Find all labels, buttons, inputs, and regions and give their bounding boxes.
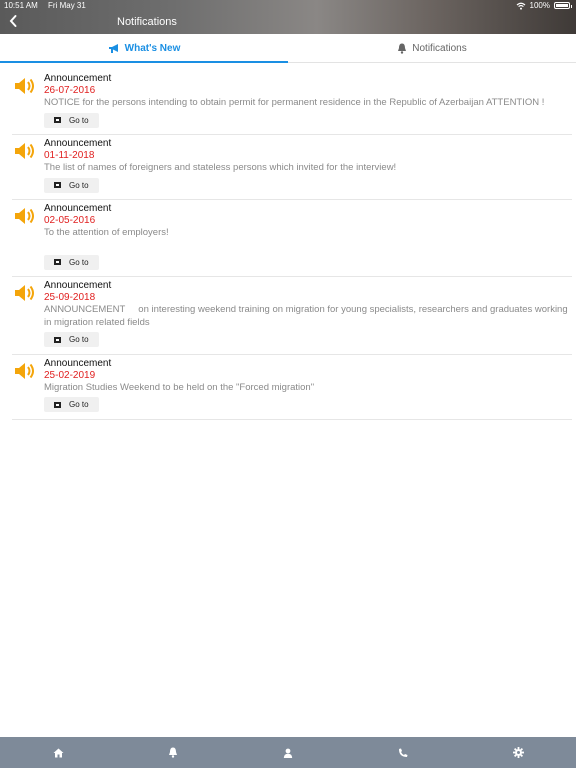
item-text: ANNOUNCEMENT on interesting weekend trai… bbox=[44, 304, 571, 328]
go-to-button[interactable]: Go to bbox=[44, 397, 99, 412]
nav-profile[interactable] bbox=[268, 737, 308, 768]
go-to-button[interactable]: Go to bbox=[44, 332, 99, 347]
tab-whats-new[interactable]: What's New bbox=[0, 34, 288, 63]
speaker-icon bbox=[15, 78, 34, 94]
nav-contact[interactable] bbox=[383, 737, 423, 768]
bell-icon bbox=[398, 43, 407, 54]
item-text: Migration Studies Weekend to be held on … bbox=[44, 381, 315, 393]
speaker-icon bbox=[15, 208, 34, 224]
nav-notifications[interactable] bbox=[153, 737, 193, 768]
list-item: Announcement 25-09-2018 ANNOUNCEMENT on … bbox=[12, 277, 572, 355]
status-time: 10:51 AM bbox=[4, 1, 38, 10]
go-to-label: Go to bbox=[69, 115, 89, 125]
list-item: Announcement 02-05-2016 To the attention… bbox=[12, 200, 572, 277]
go-to-label: Go to bbox=[69, 335, 89, 344]
user-icon bbox=[283, 748, 293, 758]
go-to-button[interactable]: Go to bbox=[44, 254, 99, 270]
item-text: NOTICE for the persons intending to obta… bbox=[44, 97, 545, 108]
speaker-icon bbox=[15, 285, 34, 301]
header: 10:51 AM Fri May 31 100% Notifications bbox=[0, 0, 576, 34]
go-to-icon bbox=[54, 259, 61, 265]
bottom-nav bbox=[0, 737, 576, 768]
item-date: 25-02-2019 bbox=[44, 369, 96, 381]
list-item: Announcement 25-02-2019 Migration Studie… bbox=[12, 355, 572, 420]
go-to-icon bbox=[54, 117, 61, 123]
nav-settings[interactable] bbox=[498, 737, 538, 768]
status-bar: 10:51 AM Fri May 31 100% bbox=[0, 0, 576, 11]
tab-bar: What's New Notifications bbox=[0, 34, 576, 63]
go-to-icon bbox=[54, 182, 61, 188]
status-date: Fri May 31 bbox=[48, 1, 86, 10]
item-kind: Announcement bbox=[44, 73, 112, 84]
chevron-left-icon bbox=[9, 15, 17, 27]
go-to-icon bbox=[54, 336, 61, 343]
item-date: 01-11-2018 bbox=[44, 150, 95, 161]
go-to-button[interactable]: Go to bbox=[44, 177, 99, 193]
speaker-icon bbox=[15, 362, 34, 379]
go-to-button[interactable]: Go to bbox=[44, 112, 99, 128]
tab-whats-new-label: What's New bbox=[124, 42, 181, 54]
item-kind: Announcement bbox=[44, 357, 112, 369]
phone-icon bbox=[399, 748, 408, 757]
battery-percent: 100% bbox=[529, 1, 550, 10]
go-to-icon bbox=[54, 401, 61, 408]
tab-notifications[interactable]: Notifications bbox=[288, 34, 576, 62]
battery-icon bbox=[554, 2, 572, 9]
item-date: 26-07-2016 bbox=[44, 85, 96, 96]
nav-home[interactable] bbox=[38, 737, 78, 768]
item-text: To the attention of employers! bbox=[44, 227, 169, 238]
settings-icon bbox=[512, 747, 524, 758]
bell-icon bbox=[169, 747, 177, 758]
wifi-icon bbox=[516, 2, 525, 10]
back-button[interactable] bbox=[6, 14, 20, 30]
item-kind: Announcement bbox=[44, 280, 112, 291]
item-date: 02-05-2016 bbox=[44, 215, 96, 226]
go-to-label: Go to bbox=[69, 257, 89, 267]
item-kind: Announcement bbox=[44, 203, 112, 214]
go-to-label: Go to bbox=[69, 400, 89, 409]
announcement-list: Announcement 26-07-2016 NOTICE for the p… bbox=[0, 70, 576, 420]
page-title: Notifications bbox=[117, 16, 177, 28]
speaker-icon bbox=[15, 143, 34, 159]
item-text: The list of names of foreigners and stat… bbox=[44, 162, 397, 173]
home-icon bbox=[53, 748, 63, 757]
go-to-label: Go to bbox=[69, 180, 89, 190]
tab-notifications-label: Notifications bbox=[412, 42, 467, 54]
item-kind: Announcement bbox=[44, 138, 112, 149]
list-item: Announcement 01-11-2018 The list of name… bbox=[12, 135, 572, 200]
item-date: 25-09-2018 bbox=[44, 292, 96, 303]
list-item: Announcement 26-07-2016 NOTICE for the p… bbox=[12, 70, 572, 135]
megaphone-icon bbox=[108, 43, 118, 53]
